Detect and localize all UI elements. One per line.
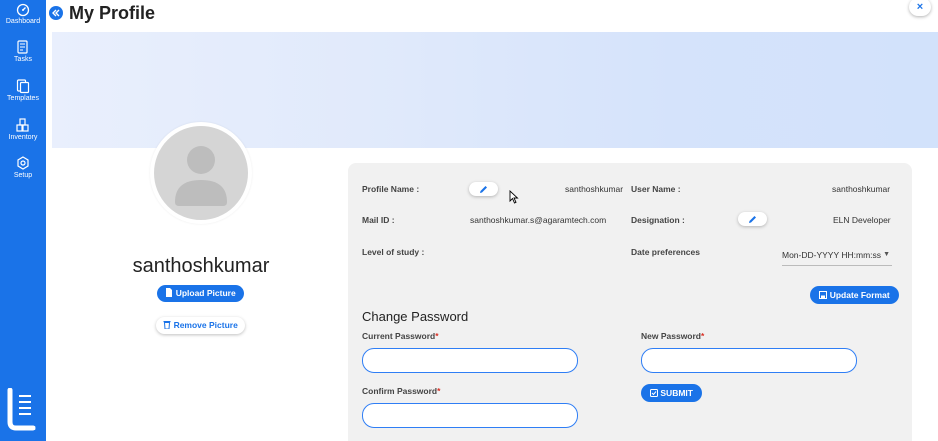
tasks-icon xyxy=(17,40,28,54)
close-icon: × xyxy=(916,1,924,13)
designation-label: Designation : xyxy=(631,215,685,225)
chevron-down-icon: ▼ xyxy=(883,251,890,258)
submit-label: SUBMIT xyxy=(660,388,693,398)
profile-name-value: santhoshkumar xyxy=(565,184,624,194)
upload-picture-label: Upload Picture xyxy=(175,288,236,298)
user-placeholder-icon xyxy=(175,146,227,206)
change-password-title: Change Password xyxy=(362,309,469,324)
page-title: My Profile xyxy=(69,3,156,23)
sidebar-item-setup[interactable]: Setup xyxy=(0,156,46,179)
sidebar-item-label: Dashboard xyxy=(5,18,41,25)
mail-id-label: Mail ID : xyxy=(362,215,395,225)
current-password-label-text: Current Password xyxy=(362,331,436,341)
current-password-label: Current Password* xyxy=(362,331,439,341)
collapse-sidebar-button[interactable] xyxy=(49,6,63,20)
save-icon xyxy=(819,291,828,299)
date-preferences-label: Date preferences xyxy=(631,247,700,257)
setup-icon xyxy=(17,156,29,170)
new-password-label-text: New Password xyxy=(641,331,701,341)
gauge-icon xyxy=(16,3,30,17)
sidebar-item-dashboard[interactable]: Dashboard xyxy=(0,3,46,25)
update-format-label: Update Format xyxy=(829,290,890,300)
edit-profile-name-button[interactable] xyxy=(469,182,498,196)
edit-designation-button[interactable] xyxy=(738,212,767,226)
sidebar-item-tasks[interactable]: Tasks xyxy=(0,40,46,63)
inventory-icon xyxy=(16,118,29,132)
profile-username: santhoshkumar xyxy=(132,255,270,277)
confirm-password-label: Confirm Password* xyxy=(362,386,440,396)
required-mark: * xyxy=(437,386,441,396)
sidebar-item-label: Templates xyxy=(7,95,39,102)
update-format-button[interactable]: Update Format xyxy=(810,286,899,304)
check-box-icon xyxy=(650,389,659,397)
sidebar-item-label: Tasks xyxy=(14,56,32,63)
sidebar-item-label: Setup xyxy=(13,172,33,179)
confirm-password-input[interactable] xyxy=(362,403,578,428)
templates-icon xyxy=(16,79,30,94)
remove-picture-label: Remove Picture xyxy=(173,320,238,330)
trash-icon xyxy=(163,321,171,330)
sidebar-item-label: Inventory xyxy=(8,134,38,141)
user-name-value: santhoshkumar xyxy=(832,184,891,194)
profile-name-label: Profile Name : xyxy=(362,184,420,194)
required-mark: * xyxy=(435,331,439,341)
current-password-input[interactable] xyxy=(362,348,578,373)
required-mark: * xyxy=(701,331,705,341)
date-format-select[interactable]: Mon-DD-YYYY HH:mm:ss ▼ xyxy=(782,246,892,266)
close-button[interactable]: × xyxy=(909,0,931,16)
new-password-input[interactable] xyxy=(641,348,857,373)
submit-password-button[interactable]: SUBMIT xyxy=(641,384,702,402)
double-chevron-left-icon xyxy=(52,9,60,17)
designation-value: ELN Developer xyxy=(833,215,891,225)
level-of-study-label: Level of study : xyxy=(362,247,425,257)
mail-id-value: santhoshkumar.s@agaramtech.com xyxy=(470,215,607,225)
user-name-label: User Name : xyxy=(631,184,681,194)
date-format-value: Mon-DD-YYYY HH:mm:ss xyxy=(782,250,882,260)
upload-file-icon xyxy=(166,288,173,297)
upload-picture-button[interactable]: Upload Picture xyxy=(157,285,244,302)
pencil-icon xyxy=(480,186,487,193)
confirm-password-label-text: Confirm Password xyxy=(362,386,438,396)
mouse-pointer-icon xyxy=(509,190,519,204)
brand-tag: LITE xyxy=(22,426,37,432)
remove-picture-button[interactable]: Remove Picture xyxy=(156,317,245,334)
sidebar-item-inventory[interactable]: Inventory xyxy=(0,118,46,141)
sidebar-item-templates[interactable]: Templates xyxy=(0,79,46,102)
new-password-label: New Password* xyxy=(641,331,704,341)
sidebar: Dashboard Tasks Templates Inventory Setu… xyxy=(0,0,46,441)
avatar xyxy=(150,122,252,224)
pencil-icon xyxy=(749,216,756,223)
